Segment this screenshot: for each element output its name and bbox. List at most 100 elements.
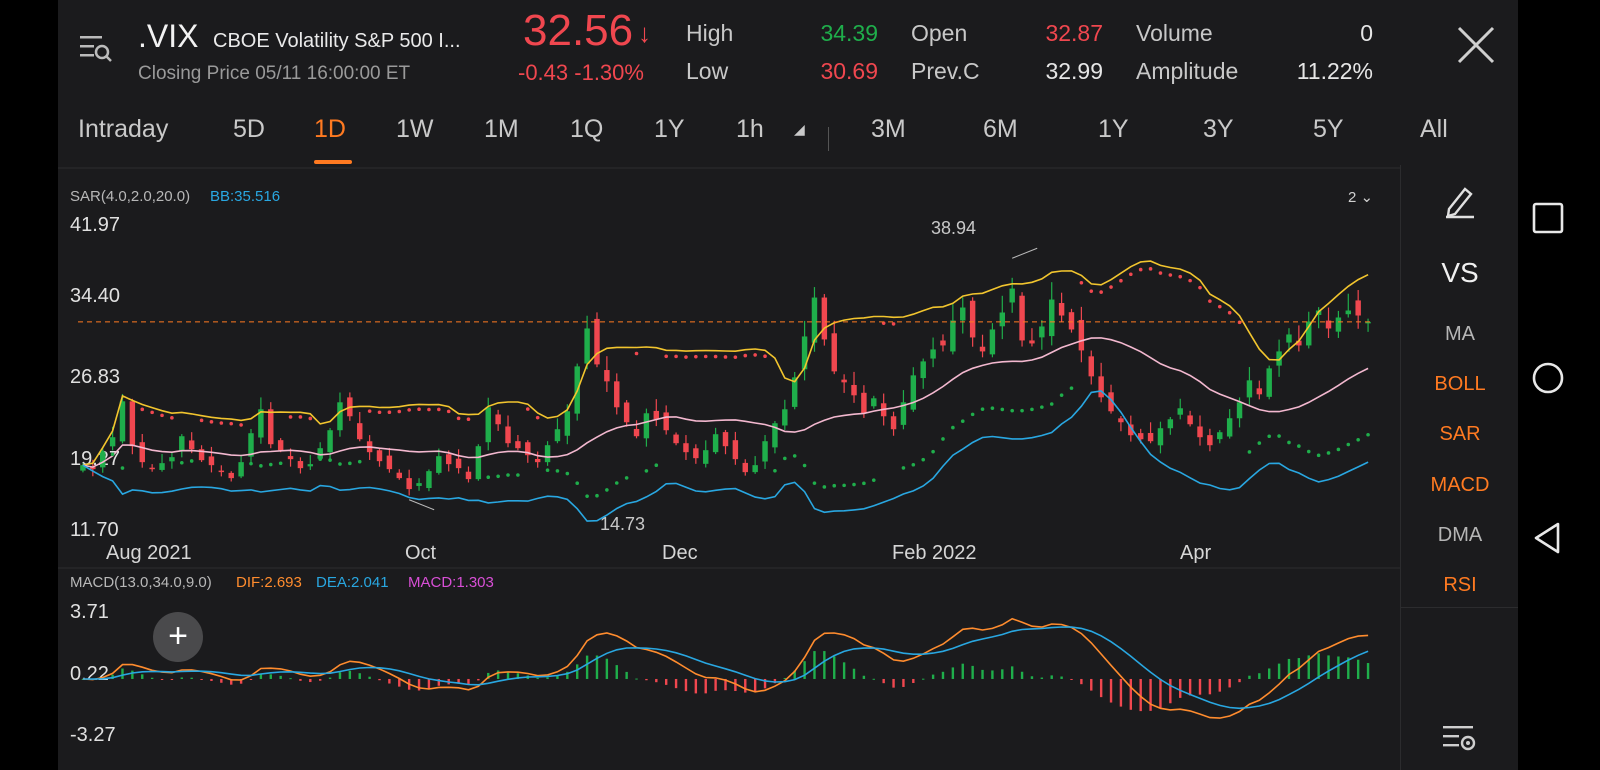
macd-histogram-bar bbox=[1268, 668, 1271, 679]
sar-dot bbox=[1020, 408, 1024, 413]
sidebar-divider bbox=[1401, 607, 1519, 608]
macd-histogram-bar bbox=[951, 667, 955, 679]
sar-dot bbox=[100, 450, 105, 454]
macd-histogram-bar bbox=[1109, 678, 1113, 703]
sar-dot bbox=[605, 488, 609, 492]
sar-dot bbox=[328, 458, 332, 462]
sar-dot bbox=[1227, 310, 1232, 315]
macd-histogram-bar bbox=[615, 665, 618, 679]
sar-dot bbox=[506, 473, 510, 477]
sar-dot bbox=[525, 407, 530, 411]
sar-dot bbox=[763, 354, 767, 359]
sar-dot bbox=[733, 355, 738, 359]
sar-dot bbox=[259, 464, 263, 468]
sar-dot bbox=[921, 457, 926, 462]
sar-dot bbox=[357, 459, 362, 464]
macd-histogram-bar bbox=[1248, 675, 1251, 679]
candle bbox=[277, 440, 284, 451]
macd-histogram-bar bbox=[635, 678, 638, 680]
macd-histogram-bar bbox=[1188, 678, 1192, 696]
candle bbox=[1088, 356, 1094, 377]
macd-histogram-bar bbox=[1001, 669, 1004, 679]
candle bbox=[1355, 300, 1361, 316]
candle bbox=[465, 471, 472, 480]
sar-dot bbox=[1059, 393, 1064, 397]
add-indicator-button[interactable]: + bbox=[153, 612, 203, 662]
sar-dot bbox=[684, 355, 688, 359]
sar-dot bbox=[990, 406, 995, 410]
sar-dot bbox=[199, 418, 204, 423]
draw-pen-icon[interactable] bbox=[1441, 183, 1477, 219]
back-triangle-icon[interactable] bbox=[1528, 518, 1568, 558]
sar-dot bbox=[288, 415, 293, 419]
sar-dot bbox=[456, 416, 461, 421]
candle bbox=[871, 398, 877, 407]
sar-dot bbox=[753, 353, 757, 357]
indicator-dma[interactable]: DMA bbox=[1401, 524, 1519, 547]
sar-dot bbox=[1217, 304, 1222, 309]
macd-histogram-bar bbox=[1159, 678, 1162, 708]
macd-histogram-bar bbox=[882, 678, 885, 684]
macd-histogram-bar bbox=[1119, 678, 1123, 707]
sar-dot bbox=[367, 409, 372, 413]
indicator-rsi[interactable]: RSI bbox=[1401, 574, 1519, 597]
macd-histogram-bar bbox=[378, 678, 381, 681]
app-window: .VIX CBOE Volatility S&P 500 I... Closin… bbox=[58, 0, 1519, 770]
sar-dot bbox=[783, 456, 787, 461]
home-circle-icon[interactable] bbox=[1528, 358, 1568, 398]
sar-dot bbox=[960, 419, 965, 423]
sar-dot bbox=[1148, 267, 1153, 271]
sar-dot bbox=[278, 461, 283, 466]
macd-histogram-bar bbox=[991, 670, 994, 679]
macd-histogram-bar bbox=[299, 678, 302, 681]
candle bbox=[406, 478, 412, 490]
indicator-macd[interactable]: MACD bbox=[1401, 474, 1519, 497]
macd-histogram-bar bbox=[576, 664, 579, 679]
candle bbox=[337, 402, 343, 431]
macd-histogram-bar bbox=[328, 677, 332, 679]
candle bbox=[228, 472, 234, 479]
candle bbox=[208, 456, 215, 466]
macd-histogram-bar bbox=[358, 673, 361, 679]
close-icon[interactable] bbox=[1453, 22, 1499, 68]
sar-dot bbox=[249, 461, 253, 466]
macd-histogram-bar bbox=[1198, 678, 1202, 695]
sar-dot bbox=[1208, 299, 1212, 303]
sar-dot bbox=[713, 354, 718, 359]
indicator-sar[interactable]: SAR bbox=[1401, 423, 1519, 446]
sar-dot bbox=[209, 420, 214, 424]
indicator-settings-icon[interactable] bbox=[1441, 720, 1477, 756]
macd-histogram-bar bbox=[180, 677, 183, 679]
sar-dot bbox=[1198, 285, 1202, 290]
sar-dot bbox=[1297, 444, 1301, 448]
candle bbox=[1039, 326, 1045, 338]
sar-dot bbox=[1356, 437, 1360, 442]
sar-dot bbox=[446, 409, 451, 414]
candle bbox=[732, 440, 739, 460]
candle bbox=[505, 426, 511, 444]
sar-dot bbox=[931, 449, 935, 454]
compare-vs-button[interactable]: VS bbox=[1401, 257, 1519, 289]
macd-histogram-bar bbox=[1030, 676, 1034, 679]
sar-dot bbox=[1079, 281, 1084, 285]
sar-dot bbox=[150, 410, 154, 415]
indicator-boll[interactable]: BOLL bbox=[1401, 373, 1519, 396]
macd-histogram-bar bbox=[684, 678, 688, 692]
macd-histogram-bar bbox=[1356, 659, 1360, 679]
price-chart[interactable] bbox=[58, 0, 1400, 770]
macd-histogram-bar bbox=[1179, 678, 1182, 698]
sar-dot bbox=[1138, 267, 1143, 272]
recents-square-icon[interactable] bbox=[1528, 198, 1568, 238]
macd-histogram-bar bbox=[842, 662, 846, 679]
tab-all[interactable]: All bbox=[1420, 115, 1448, 144]
candle bbox=[930, 349, 936, 359]
candle bbox=[722, 432, 729, 447]
candle bbox=[1058, 303, 1065, 316]
indicator-ma[interactable]: MA bbox=[1401, 323, 1519, 346]
macd-histogram-bar bbox=[1317, 653, 1320, 679]
sar-dot bbox=[634, 351, 639, 356]
sar-dot bbox=[911, 462, 916, 467]
sar-dot bbox=[140, 407, 145, 412]
macd-histogram-bar bbox=[1366, 663, 1370, 679]
candle bbox=[703, 450, 709, 464]
